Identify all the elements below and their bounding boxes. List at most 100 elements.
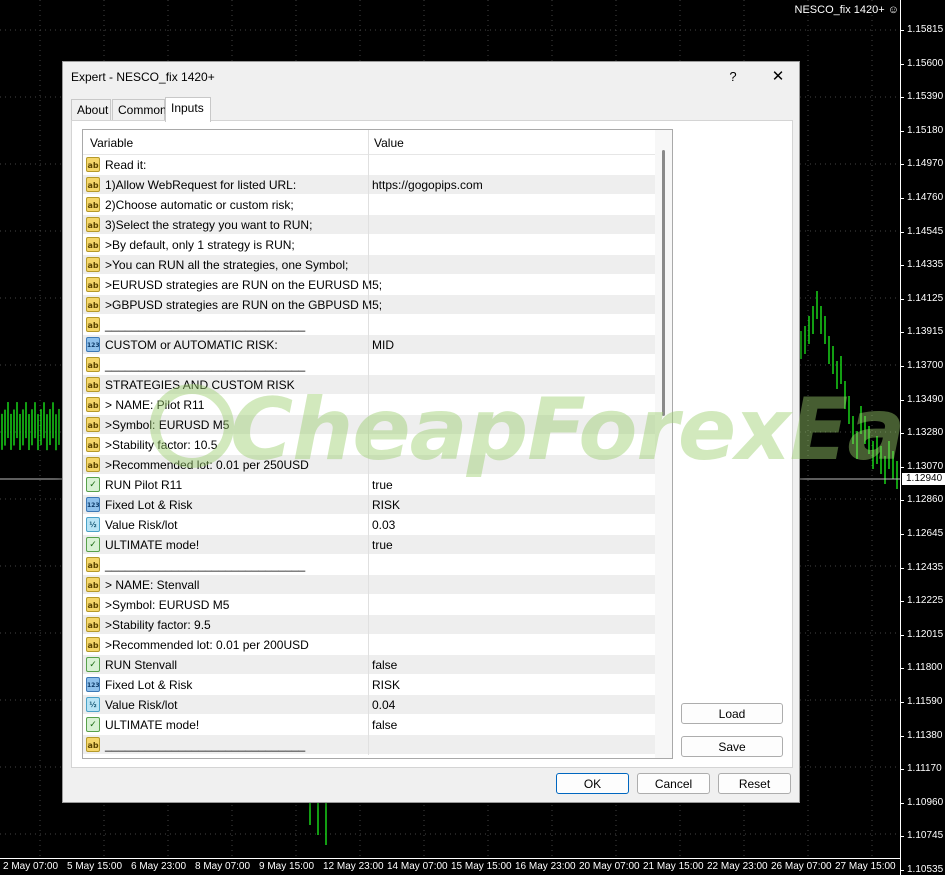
cell-divider	[368, 635, 369, 655]
cell-divider	[368, 695, 369, 715]
time-axis-label: 21 May 15:00	[643, 861, 704, 872]
input-row[interactable]: ab > NAME: Stenvall	[83, 575, 655, 595]
cell-divider	[368, 475, 369, 495]
input-row[interactable]: ab 1)Allow WebRequest for listed URL: http…	[83, 175, 655, 195]
cell-divider	[368, 375, 369, 395]
tab-inputs[interactable]: Inputs	[165, 97, 211, 122]
bool-type-icon: ✓	[86, 717, 100, 732]
input-row[interactable]: ab >You can RUN all the strategies, one S…	[83, 255, 655, 275]
time-axis-label: 26 May 07:00	[771, 861, 832, 872]
bool-type-icon: ✓	[86, 657, 100, 672]
close-button[interactable]: ✕	[763, 64, 793, 90]
price-axis-label: 1.10745	[899, 830, 944, 842]
input-row[interactable]: ab >Recommended lot: 0.01 per 200USD	[83, 635, 655, 655]
input-row[interactable]: ✓ ULTIMATE mode! false	[83, 715, 655, 735]
time-axis-label: 9 May 15:00	[259, 861, 315, 872]
ok-button[interactable]: OK	[556, 773, 629, 794]
input-row[interactable]: ab Read it:	[83, 155, 655, 175]
price-axis-label: 1.10535	[899, 864, 944, 875]
string-type-icon: ab	[86, 437, 100, 452]
input-value[interactable]: 0.03	[372, 518, 395, 532]
tab-about[interactable]: About	[71, 99, 111, 121]
string-type-icon: ab	[86, 457, 100, 472]
time-axis: 2 May 07:00 5 May 15:00 6 May 23:00 8 May 0…	[0, 858, 900, 875]
input-value[interactable]: true	[372, 478, 393, 492]
input-value[interactable]: RISK	[372, 498, 400, 512]
input-row[interactable]: ab STRATEGIES AND CUSTOM RISK	[83, 375, 655, 395]
cancel-button[interactable]: Cancel	[637, 773, 710, 794]
string-type-icon: ab	[86, 297, 100, 312]
input-row[interactable]: 123 Fixed Lot & Risk RISK	[83, 675, 655, 695]
price-axis-label: 1.15815	[899, 24, 944, 35]
input-row[interactable]: 123 Fixed Lot & Risk RISK	[83, 495, 655, 515]
input-row[interactable]: ab >By default, only 1 strategy is RUN;	[83, 235, 655, 255]
input-value[interactable]: RISK	[372, 678, 400, 692]
column-header-variable[interactable]: Variable	[90, 136, 133, 150]
input-value[interactable]: https://gogopips.com	[372, 178, 483, 192]
string-type-icon: ab	[86, 197, 100, 212]
input-variable-name: ULTIMATE mode!	[105, 538, 200, 552]
cell-divider	[368, 495, 369, 515]
input-row[interactable]: ✓ RUN Stenvall false	[83, 655, 655, 675]
input-row[interactable]: ab >Stability factor: 9.5	[83, 615, 655, 635]
cell-divider	[368, 715, 369, 735]
input-row[interactable]: ab ______________________________	[83, 555, 655, 575]
scrollbar-thumb[interactable]	[662, 150, 665, 416]
cell-divider	[368, 215, 369, 235]
smiley-icon: ☺	[887, 4, 899, 16]
input-row[interactable]: 123 CUSTOM or AUTOMATIC RISK: MID	[83, 335, 655, 355]
input-row[interactable]: ab >GBPUSD strategies are RUN on the GBPU…	[83, 295, 655, 315]
input-variable-name: ______________________________	[105, 738, 306, 752]
input-value[interactable]: false	[372, 718, 397, 732]
column-divider[interactable]	[368, 130, 369, 155]
column-header-value[interactable]: Value	[374, 136, 404, 150]
input-row[interactable]: ab ______________________________	[83, 735, 655, 755]
input-variable-name: CUSTOM or AUTOMATIC RISK:	[105, 338, 278, 352]
price-axis-label: 1.13700	[899, 360, 944, 371]
help-button[interactable]: ?	[723, 66, 743, 88]
input-row[interactable]: ab >Symbol: EURUSD M5	[83, 595, 655, 615]
price-axis-label: 1.10960	[899, 796, 944, 808]
input-row[interactable]: ab >Symbol: EURUSD M5	[83, 415, 655, 435]
input-variable-name: >Stability factor: 9.5	[105, 618, 211, 632]
input-value[interactable]: false	[372, 658, 397, 672]
input-row[interactable]: ✓ ULTIMATE mode! true	[83, 535, 655, 555]
input-value[interactable]: 0.04	[372, 698, 395, 712]
input-row[interactable]: ½ Value Risk/lot 0.03	[83, 515, 655, 535]
cell-divider	[368, 355, 369, 375]
input-row[interactable]: ab >Stability factor: 10.5	[83, 435, 655, 455]
input-value[interactable]: MID	[372, 338, 394, 352]
cell-divider	[368, 675, 369, 695]
input-row[interactable]: ab > NAME: Pilot R11	[83, 395, 655, 415]
string-type-icon: ab	[86, 377, 100, 392]
input-variable-name: Value Risk/lot	[105, 698, 178, 712]
input-row[interactable]: ab >Recommended lot: 0.01 per 250USD	[83, 455, 655, 475]
price-axis-label: 1.14760	[899, 192, 944, 203]
input-row[interactable]: ab 3)Select the strategy you want to RUN;	[83, 215, 655, 235]
time-axis-label: 2 May 07:00	[3, 861, 59, 872]
cell-divider	[368, 195, 369, 215]
price-axis-label: 1.11590	[899, 696, 943, 707]
cell-divider	[368, 335, 369, 355]
input-row[interactable]: ½ Value Risk/lot 0.04	[83, 695, 655, 715]
cell-divider	[368, 255, 369, 275]
input-row[interactable]: ab 2)Choose automatic or custom risk;	[83, 195, 655, 215]
tab-common[interactable]: Common	[112, 99, 167, 121]
reset-button[interactable]: Reset	[718, 773, 791, 794]
input-row[interactable]: ab >EURUSD strategies are RUN on the EURU…	[83, 275, 655, 295]
input-row[interactable]: ab ______________________________	[83, 315, 655, 335]
input-variable-name: >Stability factor: 10.5	[105, 438, 218, 452]
input-row[interactable]: ab ______________________________	[83, 355, 655, 375]
dialog-titlebar[interactable]: Expert - NESCO_fix 1420+ ? ✕	[63, 62, 799, 92]
string-type-icon: ab	[86, 417, 100, 432]
grid-scrollbar[interactable]	[655, 130, 672, 758]
load-button[interactable]: Load	[681, 703, 783, 724]
string-type-icon: ab	[86, 177, 100, 192]
double-type-icon: ½	[86, 517, 100, 532]
input-value[interactable]: true	[372, 538, 393, 552]
save-button[interactable]: Save	[681, 736, 783, 757]
enum-type-icon: 123	[86, 337, 100, 352]
cell-divider	[368, 275, 369, 295]
input-row[interactable]: ✓ RUN Pilot R11 true	[83, 475, 655, 495]
inputs-panel: Variable Value ab Read it: ab 1)Allow WebRe…	[71, 120, 793, 768]
